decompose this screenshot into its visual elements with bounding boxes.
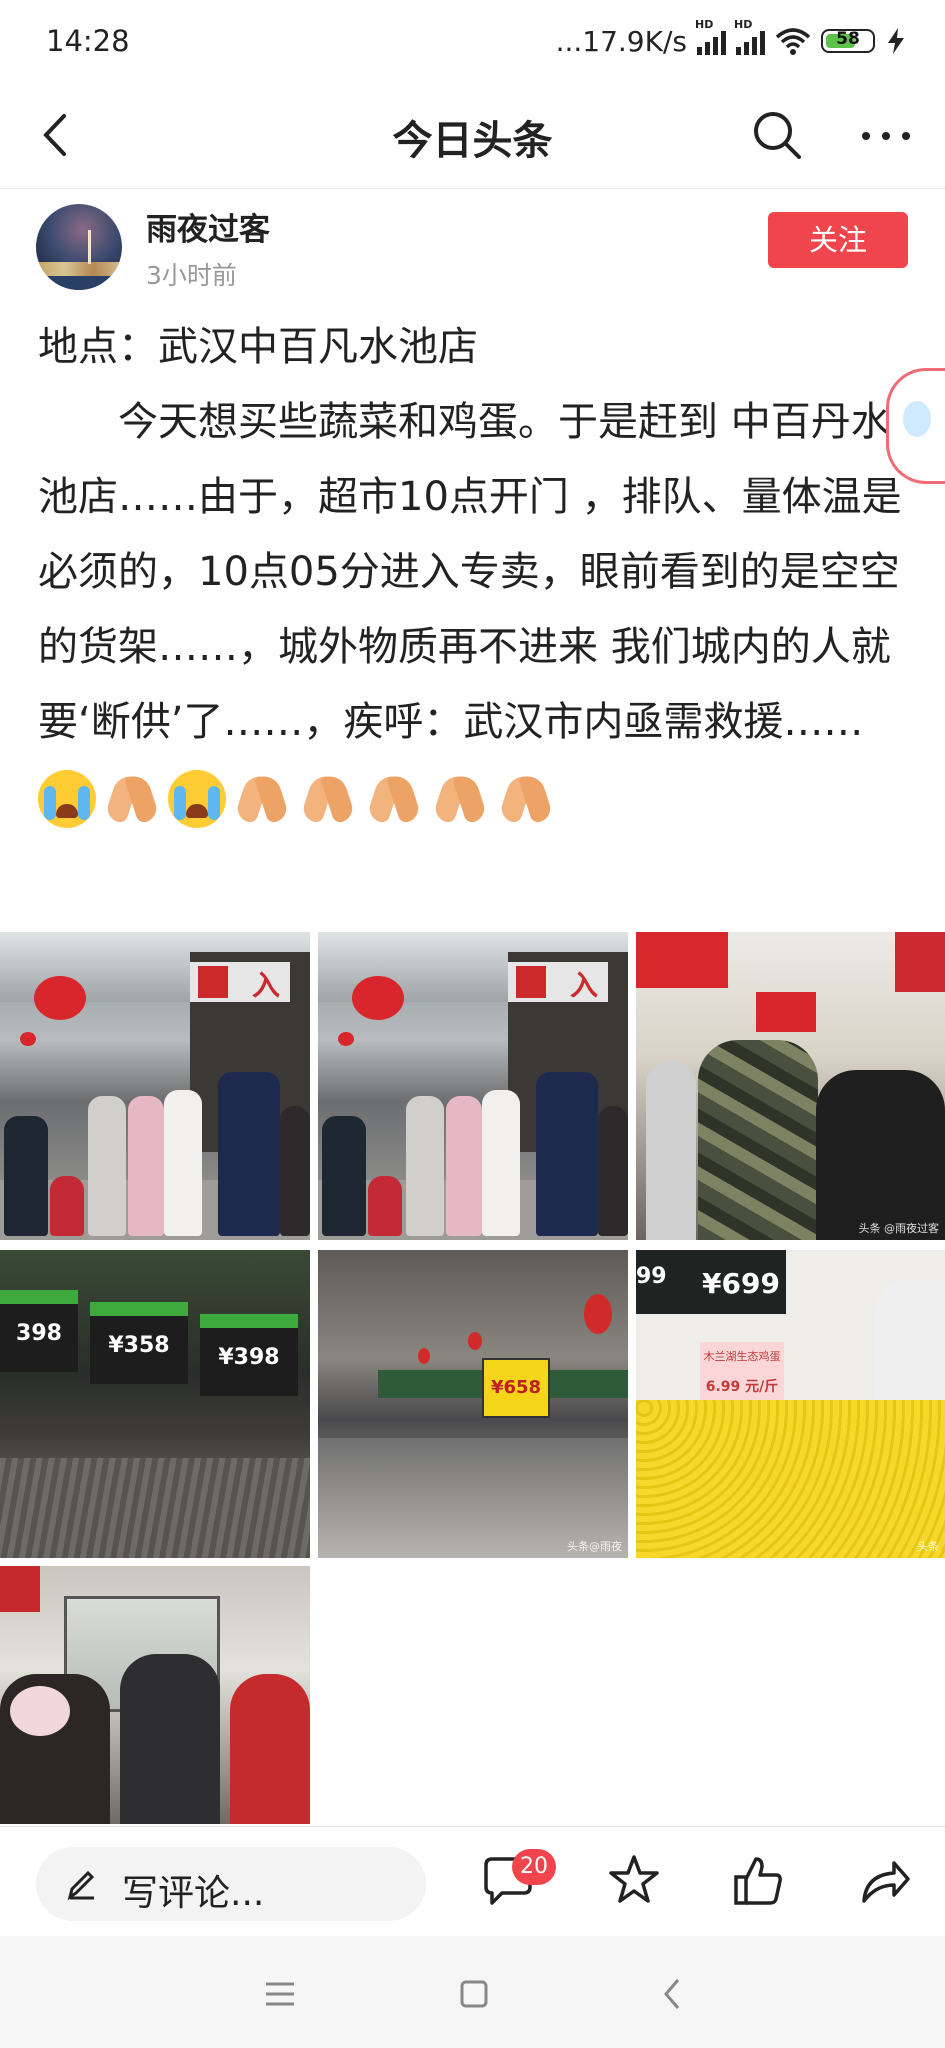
entrance-sign-text: 入	[251, 969, 280, 1002]
charging-icon	[888, 28, 904, 54]
follow-button[interactable]: 关注	[768, 212, 908, 268]
egg-label-name: 木兰湖生态鸡蛋	[703, 1350, 781, 1363]
more-icon[interactable]	[856, 108, 916, 162]
floating-mascot-icon[interactable]	[886, 368, 945, 484]
battery-icon: 58	[821, 29, 875, 53]
bottom-action-bar: 写评论... 20	[0, 1826, 945, 1937]
egg-label: 木兰湖生态鸡蛋 6.99 元/斤	[700, 1342, 784, 1402]
price-tag: ¥658	[482, 1358, 550, 1418]
network-speed: ...17.9K/s	[555, 24, 687, 58]
photo-empty-shelves[interactable]: ¥658 头条@雨夜	[318, 1250, 628, 1558]
post-content: 地点：武汉中百凡水池店 今天想买些蔬菜和鸡蛋。于是赶到 中百丹水池店……由于，超…	[38, 310, 908, 835]
crying-face-icon	[38, 770, 96, 828]
photo-inside-store[interactable]: 头条 @雨夜过客	[636, 932, 945, 1240]
star-icon[interactable]	[604, 1851, 664, 1911]
photo-egg-trays[interactable]: 99 ¥699 木兰湖生态鸡蛋 6.99 元/斤 头条	[636, 1250, 945, 1558]
status-bar: 14:28 ...17.9K/s HD HD 58	[0, 0, 945, 82]
watermark: 头条	[917, 1540, 939, 1553]
status-right: ...17.9K/s HD HD 58	[555, 18, 907, 62]
back-icon[interactable]	[644, 1964, 704, 2024]
pen-icon	[67, 1870, 95, 1901]
post-body: 今天想买些蔬菜和鸡蛋。于是赶到 中百丹水池店……由于，超市10点开门 ，排队、量…	[38, 385, 908, 835]
watermark: 头条 @雨夜过客	[858, 1222, 940, 1235]
photo-temperature-check[interactable]	[0, 1566, 310, 1824]
watermark: 头条@雨夜	[567, 1540, 622, 1553]
search-icon[interactable]	[750, 108, 804, 162]
post-time: 3小时前	[146, 261, 237, 290]
egg-price-main: ¥699	[696, 1260, 786, 1308]
photo-price-tags[interactable]: 398 ¥358 ¥398	[0, 1250, 310, 1558]
price-tag: ¥398	[200, 1314, 298, 1396]
top-nav: 今日头条	[0, 82, 945, 189]
signal-icon: HD	[695, 18, 726, 55]
crying-face-icon	[168, 770, 226, 828]
post-body-text: 今天想买些蔬菜和鸡蛋。于是赶到 中百丹水池店……由于，超市10点开门 ，排队、量…	[38, 399, 902, 745]
egg-label-price: 6.99 元/斤	[705, 1379, 779, 1395]
folded-hands-icon	[298, 770, 358, 828]
thumbs-up-icon[interactable]	[728, 1851, 788, 1911]
avatar[interactable]	[36, 204, 122, 290]
folded-hands-icon	[364, 770, 424, 828]
home-icon[interactable]	[444, 1964, 504, 2024]
wifi-icon	[775, 28, 811, 55]
comment-count-badge: 20	[512, 1849, 556, 1885]
photo-queue-2[interactable]: 入	[318, 932, 628, 1240]
comment-input[interactable]: 写评论...	[36, 1847, 426, 1921]
post-location: 地点：武汉中百凡水池店	[38, 324, 478, 370]
photo-queue-1[interactable]: 入	[0, 932, 310, 1240]
system-nav-bar	[0, 1936, 945, 2048]
hd-tag: HD	[695, 18, 714, 31]
battery-level: 58	[836, 29, 860, 49]
price-tag: 398	[0, 1290, 78, 1372]
author-name[interactable]: 雨夜过客	[146, 204, 270, 249]
egg-price-left: 99	[636, 1264, 667, 1289]
menu-icon[interactable]	[250, 1964, 310, 2024]
folded-hands-icon	[232, 770, 292, 828]
price-tag: ¥358	[90, 1302, 188, 1384]
hd-tag-2: HD	[734, 18, 753, 31]
folded-hands-icon	[430, 770, 490, 828]
entrance-sign-text: 入	[569, 969, 598, 1002]
signal-icon-2: HD	[734, 18, 765, 55]
share-icon[interactable]	[854, 1851, 914, 1911]
folded-hands-icon	[496, 770, 556, 828]
status-time: 14:28	[46, 24, 130, 58]
comment-placeholder: 写评论...	[122, 1873, 265, 1914]
folded-hands-icon	[102, 770, 162, 828]
